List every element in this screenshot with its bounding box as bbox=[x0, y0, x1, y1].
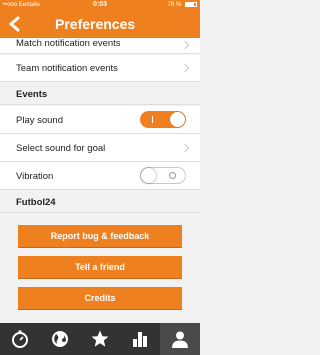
chevron-right-icon bbox=[180, 40, 190, 50]
row-team-notification-events[interactable]: Team notification events bbox=[0, 55, 200, 82]
report-bug-button[interactable]: Report bug & feedback bbox=[18, 225, 182, 247]
tab-profile[interactable] bbox=[160, 323, 200, 355]
tab-bar bbox=[0, 323, 200, 355]
tab-favorites[interactable] bbox=[80, 323, 120, 355]
credits-button[interactable]: Credits bbox=[18, 287, 182, 309]
page-title: Preferences bbox=[55, 16, 136, 32]
back-button[interactable] bbox=[6, 15, 24, 33]
tell-a-friend-button[interactable]: Tell a friend bbox=[18, 256, 182, 278]
row-label: Vibration bbox=[16, 171, 54, 182]
tab-globe[interactable] bbox=[40, 323, 80, 355]
battery-icon bbox=[185, 2, 197, 7]
row-label: Select sound for goal bbox=[16, 143, 106, 154]
battery-indicator: 78 % bbox=[168, 0, 197, 10]
row-label: Play sound bbox=[16, 115, 64, 126]
row-label: Team notification events bbox=[16, 63, 118, 74]
chevron-right-icon bbox=[180, 143, 190, 153]
play-sound-toggle[interactable] bbox=[140, 111, 186, 128]
user-icon bbox=[172, 331, 188, 348]
battery-percent: 78 % bbox=[167, 2, 182, 8]
back-arrow-icon bbox=[9, 16, 20, 32]
vibration-toggle[interactable] bbox=[140, 167, 186, 184]
row-vibration: Vibration bbox=[0, 162, 200, 190]
status-bar: ••ооо Билайн 0:03 78 % bbox=[0, 0, 200, 10]
section-header-futbol24: Futbol24 bbox=[0, 191, 200, 213]
tab-stopwatch[interactable] bbox=[0, 323, 40, 355]
star-icon bbox=[91, 330, 109, 347]
stopwatch-icon bbox=[12, 330, 28, 348]
row-label: Match notification events bbox=[16, 38, 121, 49]
stats-icon bbox=[133, 332, 147, 347]
chevron-right-icon bbox=[180, 63, 190, 73]
section-title: Events bbox=[16, 89, 48, 100]
nav-bar: Preferences bbox=[0, 10, 200, 38]
section-header-events: Events bbox=[0, 83, 200, 105]
globe-icon bbox=[52, 331, 68, 347]
tab-stats[interactable] bbox=[120, 323, 160, 355]
row-match-notification-events[interactable]: Match notification events bbox=[0, 38, 200, 54]
section-title: Futbol24 bbox=[16, 197, 56, 208]
row-select-sound-for-goal[interactable]: Select sound for goal bbox=[0, 134, 200, 162]
row-play-sound: Play sound bbox=[0, 106, 200, 134]
